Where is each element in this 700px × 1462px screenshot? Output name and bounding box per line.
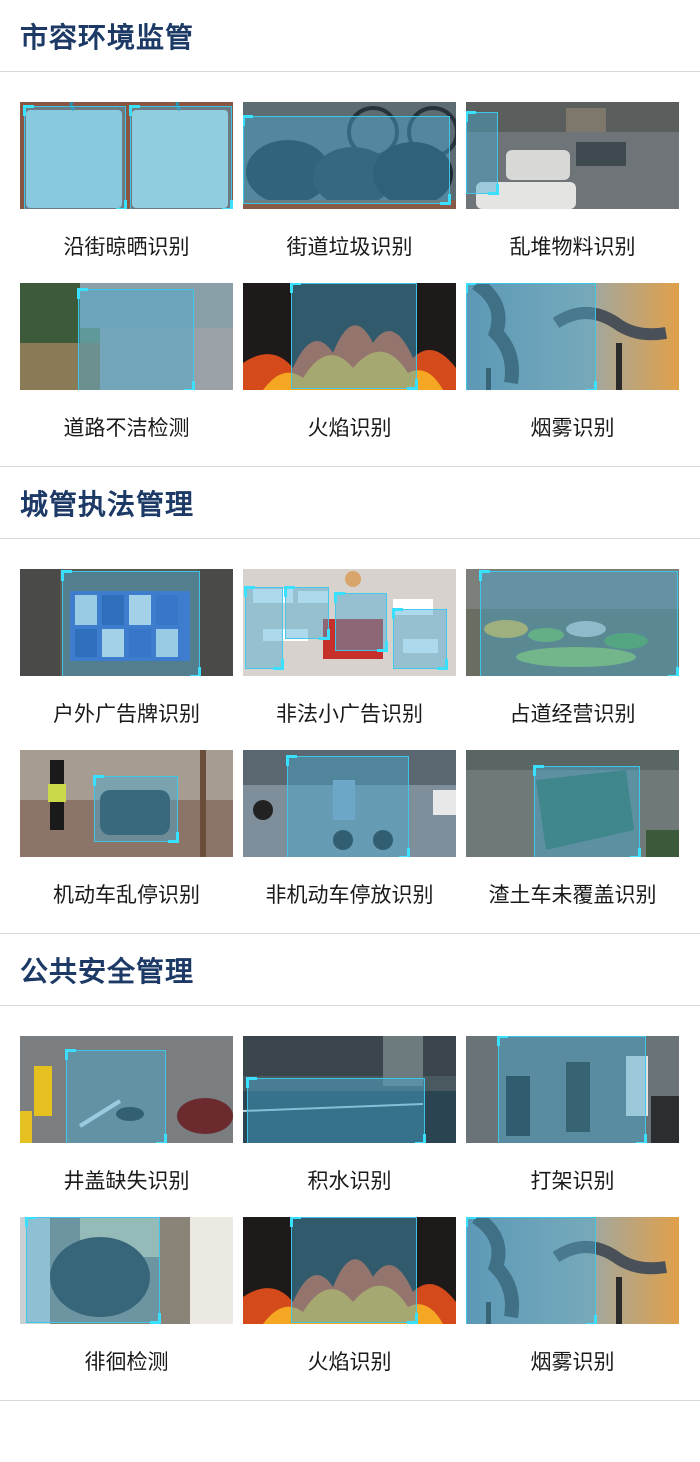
feature-thumbnail [466, 283, 679, 390]
feature-thumbnail [243, 569, 456, 676]
detection-box [533, 765, 641, 857]
feature-thumbnail [20, 569, 233, 676]
feature-label: 积水识别 [307, 1169, 392, 1193]
detection-box [466, 283, 597, 390]
feature-card[interactable]: 打架识别 [466, 1036, 679, 1217]
feature-card[interactable]: 火焰识别 [243, 1217, 456, 1398]
detection-box [334, 592, 388, 652]
section-title: 市容环境监管 [20, 20, 195, 54]
section-header: 城管执法管理 [0, 467, 700, 539]
feature-thumbnail [466, 1217, 679, 1324]
detection-box [290, 283, 418, 390]
feature-label: 机动车乱停识别 [53, 883, 200, 907]
feature-thumbnail [20, 1217, 233, 1324]
detection-box [77, 288, 195, 390]
feature-thumbnail [466, 1036, 679, 1143]
feature-card[interactable]: 街道垃圾识别 [243, 102, 456, 283]
feature-card[interactable]: 非机动车停放识别 [243, 750, 456, 931]
detection-box [93, 775, 179, 843]
feature-label: 沿街晾晒识别 [63, 235, 190, 259]
feature-label: 街道垃圾识别 [286, 235, 413, 259]
feature-grid: 沿街晾晒识别 街道垃圾识别 乱堆物料识别 道路不洁检测 火焰识别 烟雾识别 [0, 72, 700, 464]
feature-thumbnail [20, 283, 233, 390]
feature-thumbnail [20, 102, 233, 209]
feature-label: 占道经营识别 [509, 702, 636, 726]
section-city-enforcement: 城管执法管理 户外广告牌识别 非法小广告识别 占道经营识别 机动车乱停识别 非机… [0, 467, 700, 934]
feature-card[interactable]: 机动车乱停识别 [20, 750, 233, 931]
detection-box [284, 586, 330, 640]
feature-label: 烟雾识别 [530, 1350, 615, 1374]
detection-box [23, 105, 127, 209]
detection-box [129, 105, 233, 209]
feature-thumbnail [243, 102, 456, 209]
section-header: 市容环境监管 [0, 0, 700, 72]
feature-card[interactable]: 沿街晾晒识别 [20, 102, 233, 283]
detection-box [65, 1049, 167, 1143]
detection-box [286, 755, 410, 857]
feature-thumbnail [20, 750, 233, 857]
feature-thumbnail [243, 750, 456, 857]
section-title: 城管执法管理 [20, 487, 195, 521]
feature-label: 烟雾识别 [530, 416, 615, 440]
detection-box [290, 1217, 418, 1324]
detection-box [466, 111, 499, 195]
feature-label: 火焰识别 [307, 416, 392, 440]
feature-label: 井盖缺失识别 [63, 1169, 190, 1193]
detection-box [243, 115, 451, 205]
feature-label: 徘徊检测 [84, 1350, 169, 1374]
section-header: 公共安全管理 [0, 934, 700, 1006]
feature-grid: 户外广告牌识别 非法小广告识别 占道经营识别 机动车乱停识别 非机动车停放识别 … [0, 539, 700, 931]
section-divider [0, 1400, 700, 1401]
feature-label: 渣土车未覆盖识别 [488, 883, 657, 907]
feature-thumbnail [20, 1036, 233, 1143]
detection-box [479, 570, 679, 676]
feature-card[interactable]: 道路不洁检测 [20, 283, 233, 464]
detection-box [497, 1036, 647, 1143]
feature-label: 非机动车停放识别 [265, 883, 434, 907]
feature-card[interactable]: 非法小广告识别 [243, 569, 456, 750]
detection-box [61, 570, 201, 676]
feature-card[interactable]: 烟雾识别 [466, 1217, 679, 1398]
feature-card[interactable]: 烟雾识别 [466, 283, 679, 464]
feature-label: 户外广告牌识别 [53, 702, 200, 726]
feature-thumbnail [466, 102, 679, 209]
feature-thumbnail [243, 1217, 456, 1324]
feature-label: 非法小广告识别 [276, 702, 423, 726]
feature-thumbnail [466, 750, 679, 857]
feature-thumbnail [466, 569, 679, 676]
feature-thumbnail [243, 1036, 456, 1143]
feature-card[interactable]: 火焰识别 [243, 283, 456, 464]
feature-label: 道路不洁检测 [63, 416, 190, 440]
feature-card[interactable]: 占道经营识别 [466, 569, 679, 750]
section-title: 公共安全管理 [20, 954, 195, 988]
feature-label: 乱堆物料识别 [509, 235, 636, 259]
detection-box [466, 1217, 597, 1324]
detection-box [244, 586, 284, 670]
section-public-safety: 公共安全管理 井盖缺失识别 积水识别 打架识别 徘徊检测 火焰识别 烟雾识别 [0, 934, 700, 1401]
feature-card[interactable]: 徘徊检测 [20, 1217, 233, 1398]
feature-grid: 井盖缺失识别 积水识别 打架识别 徘徊检测 火焰识别 烟雾识别 [0, 1006, 700, 1398]
feature-label: 火焰识别 [307, 1350, 392, 1374]
section-city-environment: 市容环境监管 沿街晾晒识别 街道垃圾识别 乱堆物料识别 道路不洁检测 火焰识别 … [0, 0, 700, 467]
feature-card[interactable]: 积水识别 [243, 1036, 456, 1217]
feature-label: 打架识别 [530, 1169, 615, 1193]
detection-box [246, 1077, 426, 1143]
feature-thumbnail [243, 283, 456, 390]
feature-card[interactable]: 渣土车未覆盖识别 [466, 750, 679, 931]
detection-box [25, 1217, 161, 1324]
feature-card[interactable]: 乱堆物料识别 [466, 102, 679, 283]
feature-card[interactable]: 户外广告牌识别 [20, 569, 233, 750]
feature-card[interactable]: 井盖缺失识别 [20, 1036, 233, 1217]
detection-box [392, 608, 448, 670]
